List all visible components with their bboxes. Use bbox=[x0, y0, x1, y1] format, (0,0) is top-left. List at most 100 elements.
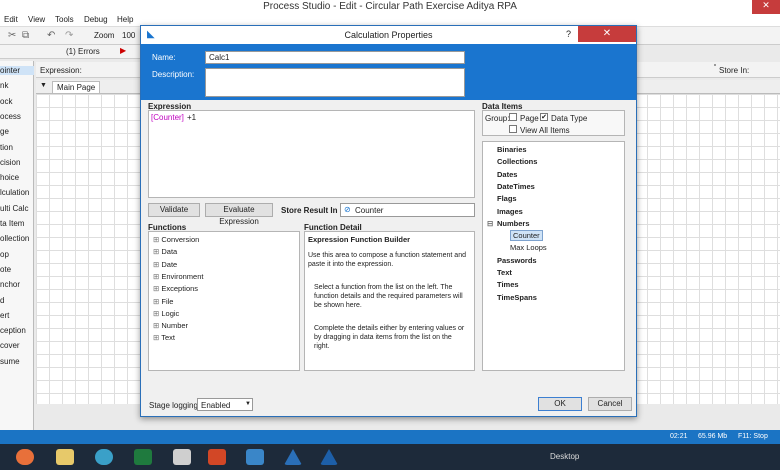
data-type-group[interactable]: Dates bbox=[497, 170, 517, 179]
function-category[interactable]: ⊞ Number bbox=[153, 321, 188, 330]
errors-button[interactable]: (1) Errors bbox=[66, 47, 100, 56]
function-category-label: Date bbox=[161, 259, 178, 269]
menu-edit[interactable]: Edit bbox=[4, 15, 18, 24]
data-type-group[interactable]: Collections bbox=[497, 157, 537, 166]
stop-icon[interactable]: ▶ bbox=[120, 46, 126, 55]
snipping-icon[interactable] bbox=[246, 449, 264, 465]
data-type-group[interactable]: Images bbox=[497, 207, 523, 216]
expression-counter-token: [Counter] bbox=[151, 113, 184, 122]
builder-select-help: Select a function from the list on the l… bbox=[314, 284, 463, 309]
app-title: Process Studio - Edit - Circular Path Ex… bbox=[263, 1, 517, 12]
function-category[interactable]: ⊞ Data bbox=[153, 247, 177, 256]
palette-item[interactable]: cision bbox=[0, 158, 34, 167]
palette-item[interactable]: hoice bbox=[0, 173, 34, 182]
palette-item[interactable]: tion bbox=[0, 143, 34, 152]
data-items-tree[interactable]: Binaries Collections Dates DateTimes Flags Im… bbox=[482, 141, 625, 371]
palette-item[interactable]: ge bbox=[0, 127, 34, 136]
collapse-icon[interactable]: ⊟ bbox=[487, 219, 493, 228]
view-all-checkbox[interactable] bbox=[509, 125, 517, 133]
group-datatype-checkbox[interactable]: ✔ bbox=[540, 113, 548, 121]
group-page-checkbox[interactable] bbox=[509, 113, 517, 121]
data-item-icon: ⊘ bbox=[344, 205, 351, 214]
name-field[interactable]: Calc1 bbox=[205, 51, 465, 64]
builder-title: Expression Function Builder bbox=[308, 235, 411, 244]
tab-dropdown-icon[interactable]: ▼ bbox=[40, 82, 47, 89]
function-category[interactable]: ⊞ File bbox=[153, 297, 173, 306]
palette-item[interactable]: ollection bbox=[0, 234, 34, 243]
powerpoint-icon[interactable] bbox=[208, 449, 226, 465]
palette-item[interactable]: ointer bbox=[0, 66, 34, 75]
menu-view[interactable]: View bbox=[28, 15, 45, 24]
dialog-close-button[interactable]: ✕ bbox=[578, 26, 636, 42]
expression-editor[interactable]: [Counter] +1 bbox=[148, 110, 475, 198]
data-type-group[interactable]: Times bbox=[497, 280, 519, 289]
menu-help[interactable]: Help bbox=[117, 15, 133, 24]
palette-item[interactable]: nchor bbox=[0, 280, 34, 289]
store-in-spacer bbox=[714, 64, 716, 66]
palette-item[interactable]: ock bbox=[0, 97, 34, 106]
data-tree-label: Passwords bbox=[497, 255, 537, 265]
data-type-group[interactable]: Flags bbox=[497, 194, 517, 203]
palette-item[interactable]: lculation bbox=[0, 188, 34, 197]
function-category-label: Data bbox=[161, 247, 178, 257]
palette-item[interactable]: ert bbox=[0, 311, 34, 320]
app-icon[interactable] bbox=[173, 449, 191, 465]
data-tree-label: Times bbox=[497, 280, 519, 290]
palette-item[interactable]: ception bbox=[0, 326, 34, 335]
palette-item[interactable]: cover bbox=[0, 341, 34, 350]
cut-icon[interactable]: ✂ bbox=[8, 30, 16, 41]
palette-item[interactable]: ocess bbox=[0, 112, 34, 121]
function-category[interactable]: ⊞ Logic bbox=[153, 309, 179, 318]
ok-button[interactable]: OK bbox=[538, 397, 582, 411]
description-field[interactable] bbox=[205, 68, 465, 97]
data-type-group[interactable]: Passwords bbox=[497, 256, 537, 265]
validate-button[interactable]: Validate bbox=[148, 203, 200, 217]
palette-item[interactable]: sume bbox=[0, 357, 34, 366]
taskbar-desktop[interactable]: Desktop bbox=[550, 452, 579, 461]
data-type-group[interactable]: ⊟ Numbers bbox=[487, 219, 530, 228]
function-category[interactable]: ⊞ Text bbox=[153, 333, 175, 342]
function-category-label: Environment bbox=[161, 271, 204, 281]
data-type-group[interactable]: Binaries bbox=[497, 145, 527, 154]
palette-item[interactable]: ulti Calc bbox=[0, 204, 34, 213]
palette-item[interactable]: op bbox=[0, 250, 34, 259]
undo-icon[interactable]: ↶ bbox=[47, 30, 55, 41]
function-category-label: File bbox=[161, 296, 174, 306]
data-item[interactable]: Counter bbox=[510, 230, 543, 242]
data-tree-label: Max Loops bbox=[510, 243, 547, 253]
function-category[interactable]: ⊞ Exceptions bbox=[153, 284, 198, 293]
app-close-button[interactable]: ✕ bbox=[752, 0, 780, 14]
stage-logging-select[interactable]: Enabled ▼ bbox=[197, 398, 253, 411]
data-type-group[interactable]: DateTimes bbox=[497, 182, 535, 191]
help-button[interactable]: ? bbox=[566, 29, 571, 39]
functions-tree[interactable]: ⊞ Conversion ⊞ Data ⊞ Date ⊞ Environment ⊞ E… bbox=[148, 231, 300, 371]
menu-tools[interactable]: Tools bbox=[55, 15, 74, 24]
palette-item[interactable]: ta Item bbox=[0, 219, 34, 228]
tab-main-page[interactable]: Main Page bbox=[52, 81, 101, 94]
zoom-value[interactable]: 100 bbox=[122, 31, 135, 40]
evaluate-expression-button[interactable]: Evaluate Expression bbox=[205, 203, 273, 226]
browser-icon[interactable] bbox=[95, 449, 113, 465]
function-category[interactable]: ⊞ Environment bbox=[153, 272, 203, 281]
copy-icon[interactable]: ⧉ bbox=[22, 30, 29, 41]
palette-item[interactable]: nk bbox=[0, 81, 34, 90]
group-box: Group: Page ✔ Data Type View All Items bbox=[482, 110, 625, 136]
zoom-label[interactable]: Zoom bbox=[94, 31, 114, 40]
data-type-group[interactable]: Text bbox=[497, 268, 512, 277]
cancel-button[interactable]: Cancel bbox=[588, 397, 632, 411]
excel-icon[interactable] bbox=[134, 449, 152, 465]
function-category[interactable]: ⊞ Conversion bbox=[153, 235, 199, 244]
data-type-group[interactable]: TimeSpans bbox=[497, 293, 537, 302]
firefox-icon[interactable] bbox=[16, 449, 34, 465]
folder-icon[interactable] bbox=[56, 449, 74, 465]
redo-icon[interactable]: ↷ bbox=[65, 30, 73, 41]
store-result-label: Store Result In bbox=[281, 206, 338, 215]
menu-debug[interactable]: Debug bbox=[84, 15, 108, 24]
expand-icon[interactable]: ⊞ bbox=[153, 333, 161, 342]
palette-item[interactable]: d bbox=[0, 296, 34, 305]
function-category[interactable]: ⊞ Date bbox=[153, 260, 177, 269]
store-result-field[interactable]: ⊘ Counter bbox=[340, 203, 475, 217]
palette-item[interactable]: ote bbox=[0, 265, 34, 274]
data-item[interactable]: Max Loops bbox=[510, 243, 547, 252]
data-tree-label: TimeSpans bbox=[497, 292, 537, 302]
